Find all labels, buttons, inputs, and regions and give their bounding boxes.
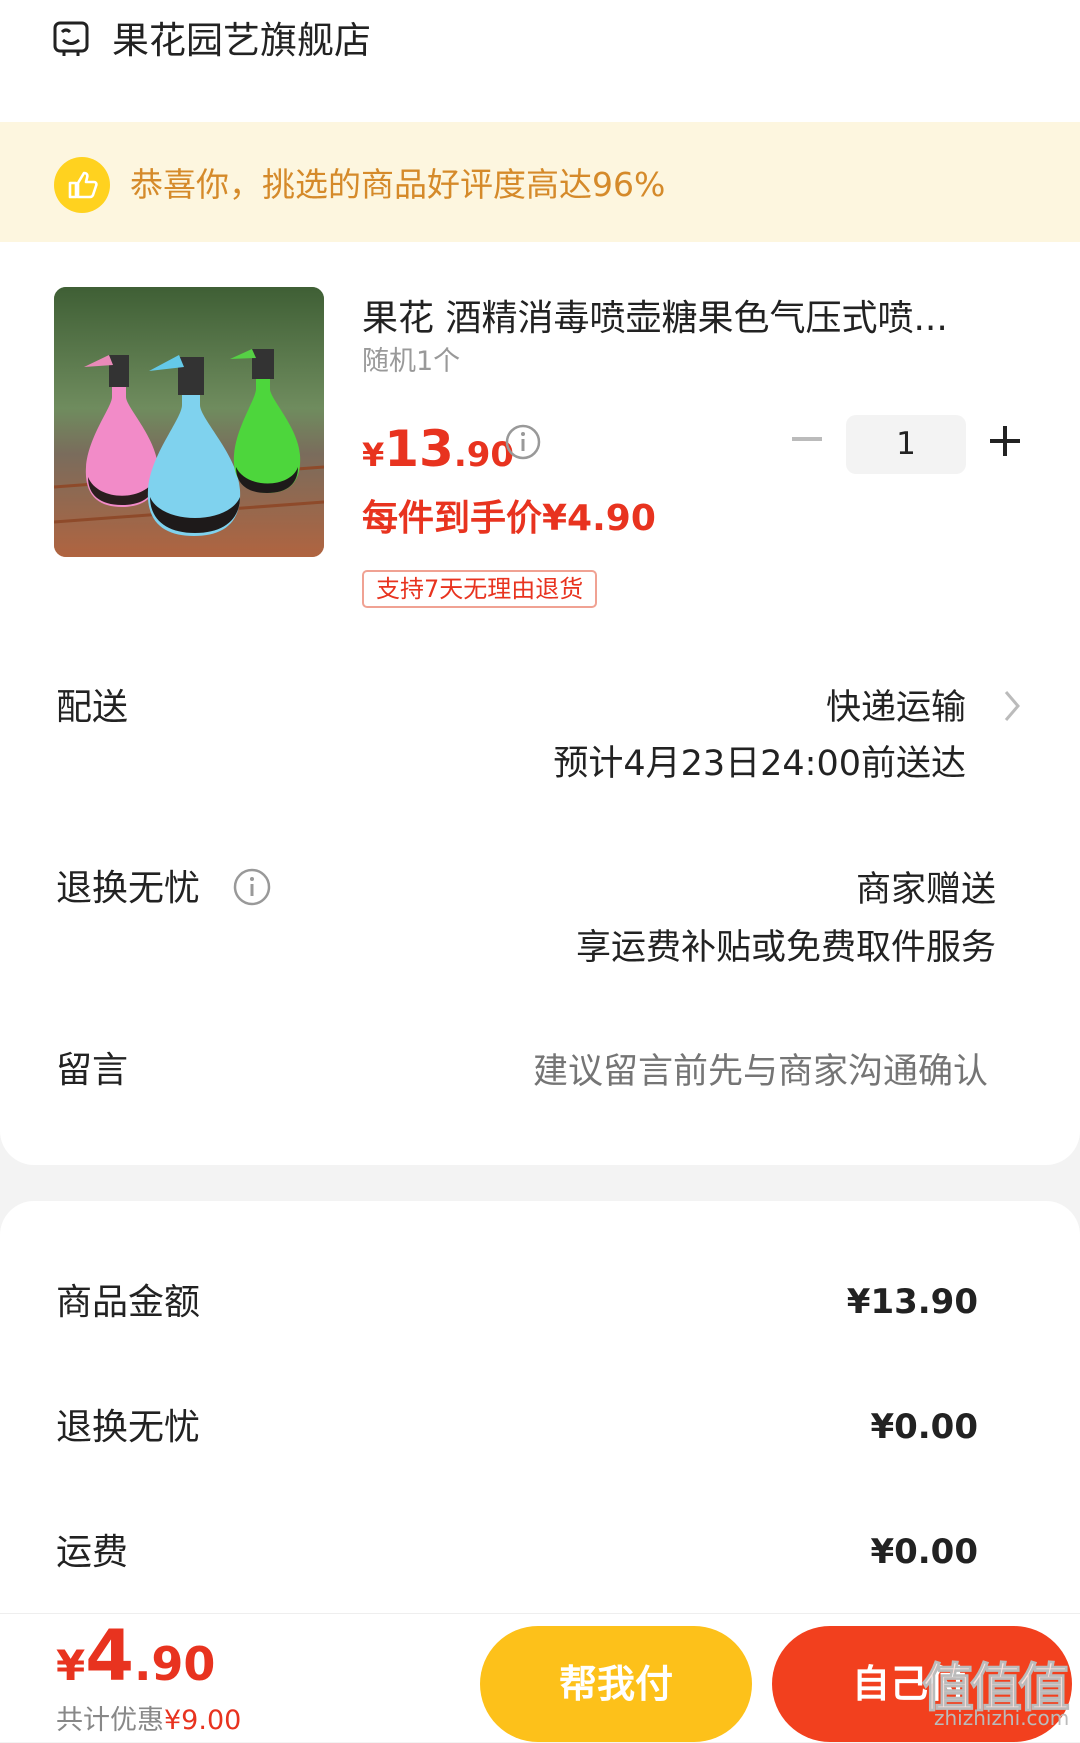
summary-label-return: 退换无忧 (56, 1407, 201, 1448)
summary-value-return: ¥0.00 (870, 1407, 978, 1447)
info-icon[interactable] (232, 867, 272, 907)
final-unit-price: 每件到手价¥4.90 (362, 498, 656, 539)
return-service-label: 退换无忧 (56, 868, 201, 909)
quantity-value[interactable]: 1 (846, 415, 966, 474)
saving-value: ¥9.00 (164, 1705, 242, 1736)
help-me-pay-button[interactable]: 帮我付 (480, 1626, 752, 1742)
saving-prefix: 共计优惠 (56, 1705, 164, 1736)
summary-value-shipping: ¥0.00 (870, 1532, 978, 1572)
price-currency: ¥ (362, 436, 385, 474)
total-decimal: .90 (133, 1637, 216, 1691)
delivery-estimate: 预计4月23日24:00前送达 (553, 744, 966, 784)
banner-text: 恭喜你，挑选的商品好评度高达96% (130, 165, 666, 204)
summary-value-goods: ¥13.90 (846, 1282, 978, 1322)
product-image[interactable] (54, 287, 324, 557)
quantity-increase-button[interactable] (988, 424, 1022, 458)
store-name[interactable]: 果花园艺旗舰店 (112, 16, 371, 66)
product-variant[interactable]: 随机1个 (362, 343, 460, 381)
watermark-url: zhizhizhi.com (934, 1706, 1070, 1730)
info-icon[interactable] (504, 423, 542, 461)
total-currency: ¥ (56, 1641, 86, 1690)
return-service-value: 商家赠送 (855, 870, 996, 910)
delivery-method[interactable]: 快递运输 (826, 684, 966, 732)
summary-label-shipping: 运费 (56, 1532, 129, 1573)
delivery-label: 配送 (56, 687, 129, 728)
return-service-detail: 享运费补贴或免费取件服务 (575, 928, 996, 968)
return-policy-badge: 支持7天无理由退货 (362, 570, 598, 608)
thumbs-up-icon (54, 157, 110, 213)
store-icon (53, 21, 89, 56)
total-saving: 共计优惠¥9.00 (56, 1702, 241, 1740)
total-integer: 4 (85, 1615, 134, 1697)
total-price: ¥4.90 (56, 1615, 215, 1697)
product-price: ¥13.90 (362, 420, 514, 478)
message-input[interactable] (468, 1048, 988, 1096)
message-label: 留言 (56, 1050, 129, 1091)
product-title[interactable]: 果花 酒精消毒喷壶糖果色气压式喷... (362, 295, 948, 343)
chevron-right-icon[interactable] (1002, 688, 1022, 724)
summary-label-goods: 商品金额 (56, 1282, 201, 1323)
quantity-decrease-button[interactable] (790, 422, 824, 456)
price-integer: 13 (384, 420, 454, 478)
